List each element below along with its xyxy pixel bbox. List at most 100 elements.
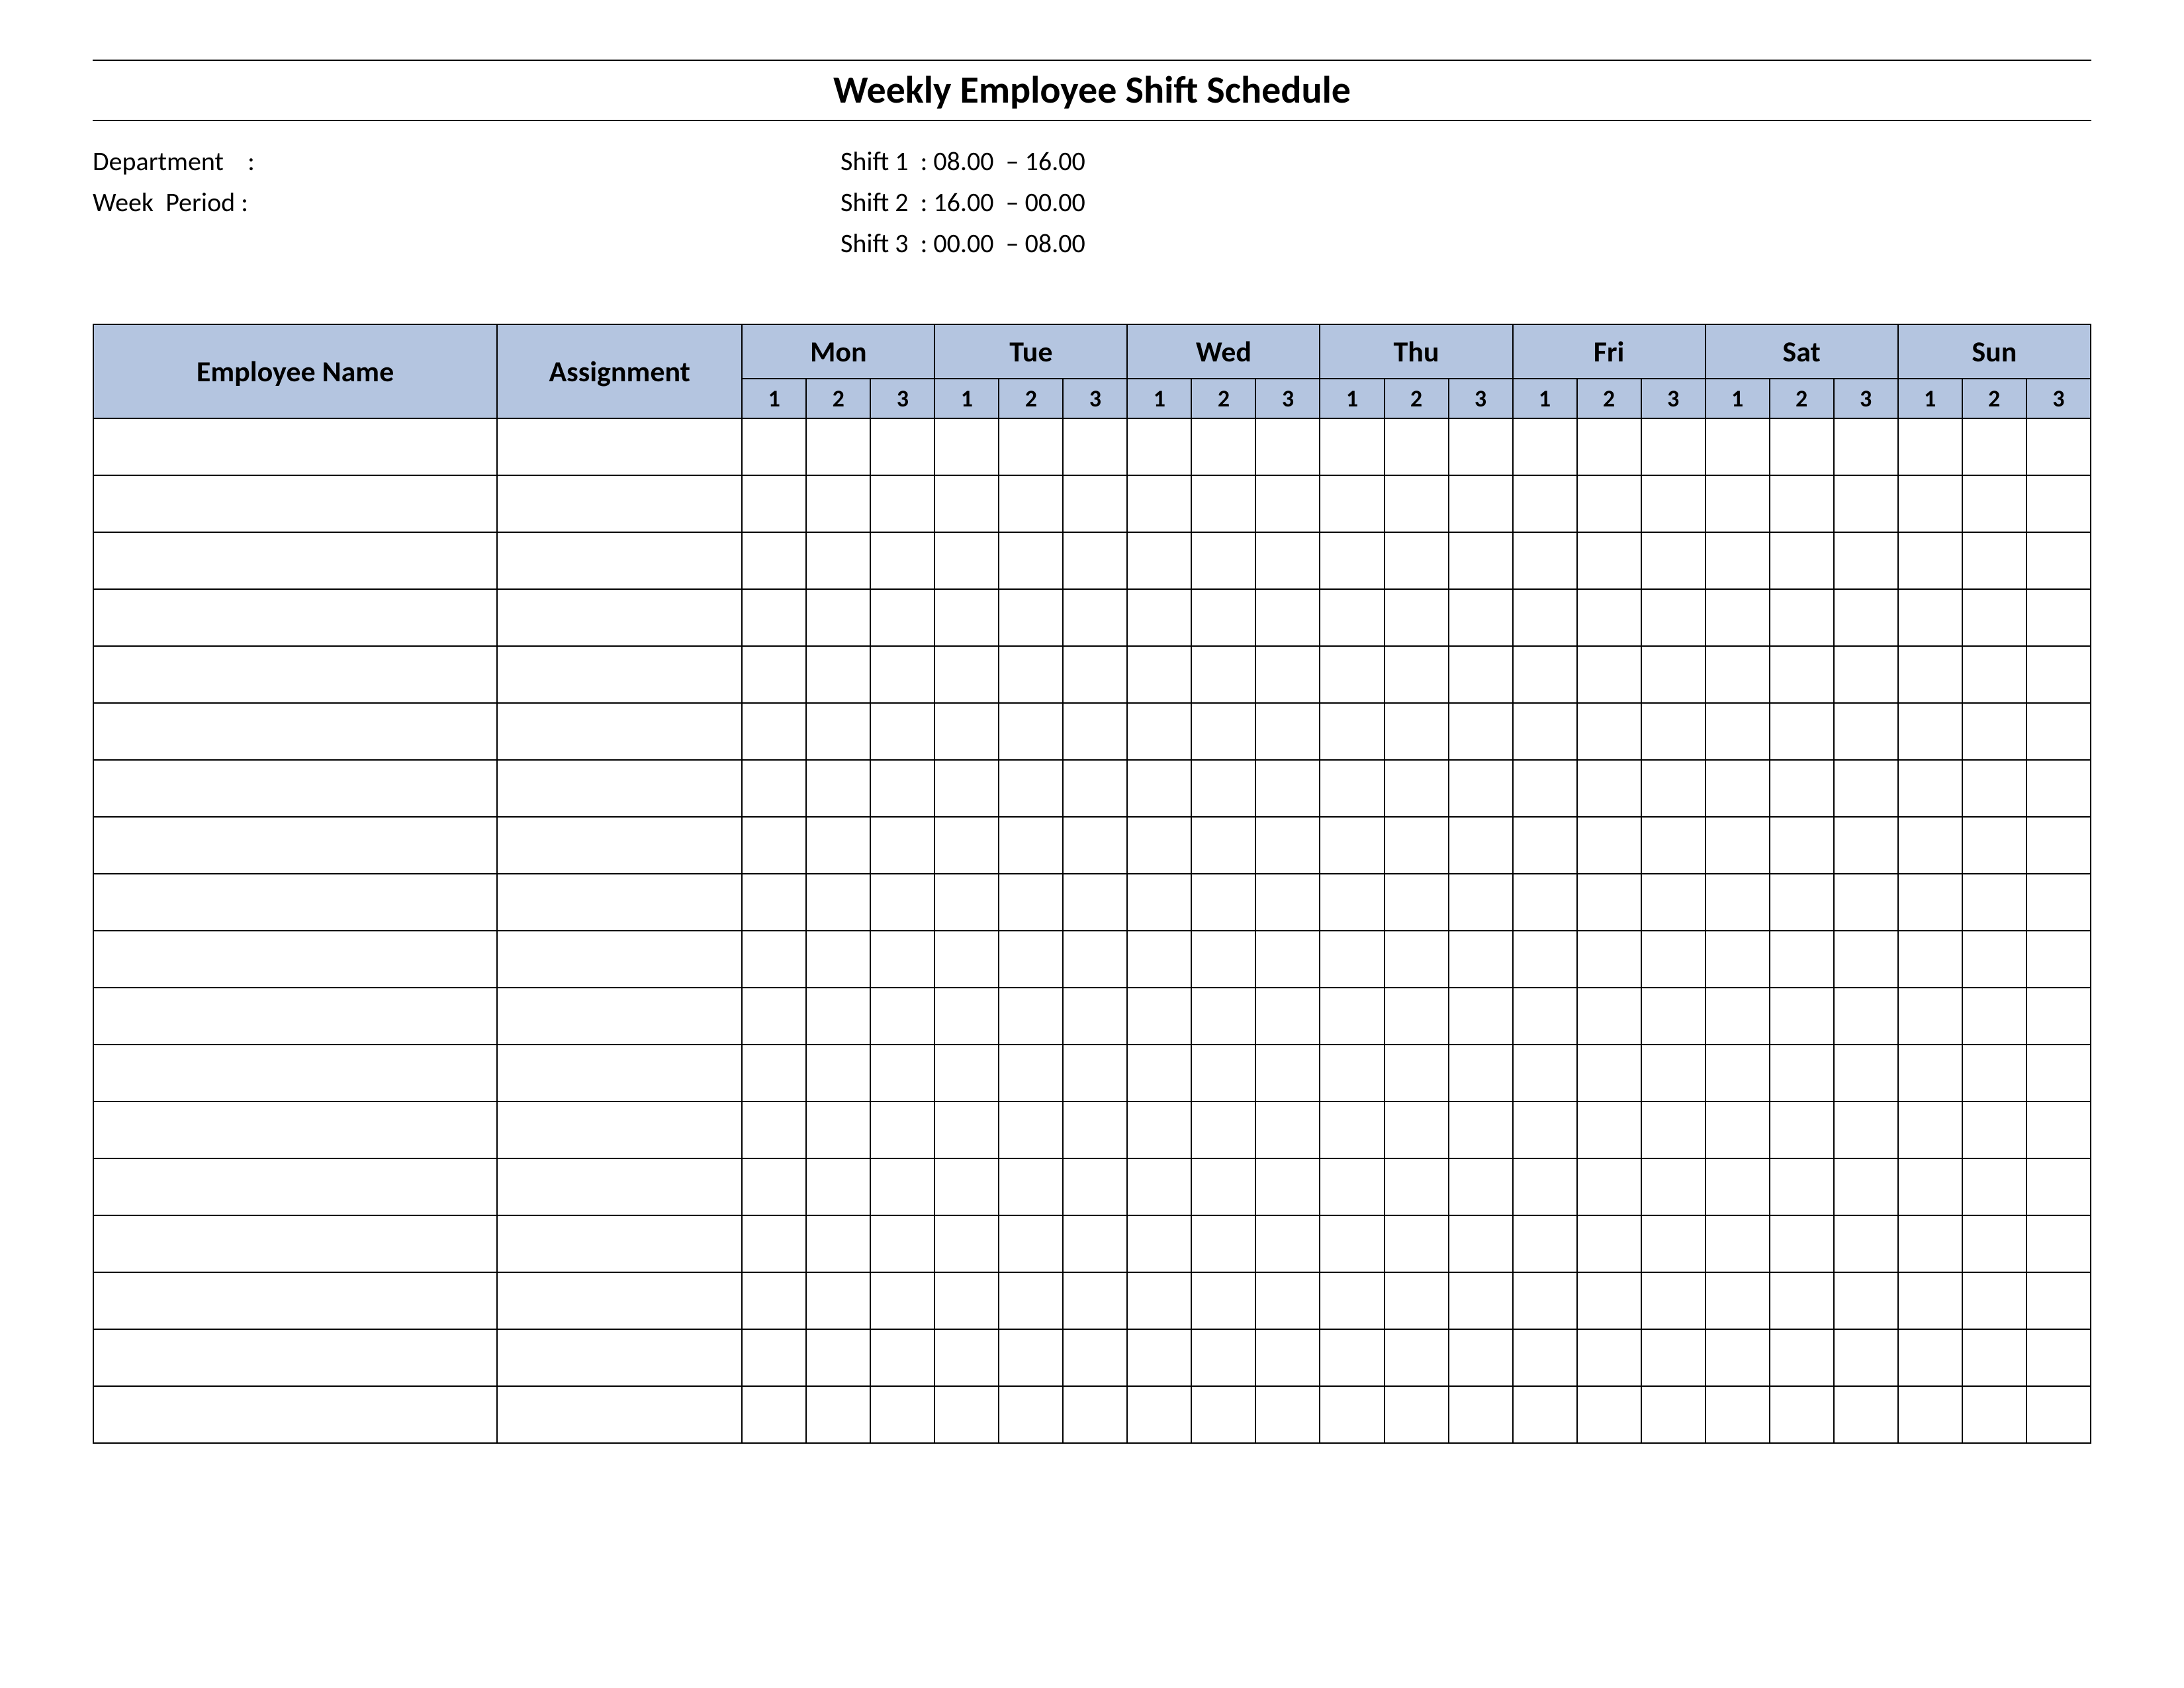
cell-shift xyxy=(1127,1102,1191,1158)
cell-shift xyxy=(934,760,999,817)
col-shift: 2 xyxy=(999,379,1063,418)
cell-shift xyxy=(1898,532,1962,589)
cell-shift xyxy=(1385,817,1449,874)
table-row xyxy=(93,1045,2091,1102)
col-shift: 2 xyxy=(1962,379,2026,418)
cell-shift xyxy=(1255,1329,1320,1386)
cell-shift xyxy=(1320,1045,1384,1102)
cell-shift xyxy=(1449,1158,1513,1215)
col-shift: 3 xyxy=(1834,379,1898,418)
cell-shift xyxy=(999,760,1063,817)
cell-assignment xyxy=(497,874,742,931)
cell-shift xyxy=(1513,703,1577,760)
cell-shift xyxy=(934,703,999,760)
cell-shift xyxy=(1770,817,1834,874)
cell-shift xyxy=(742,589,806,646)
cell-shift xyxy=(1063,532,1127,589)
cell-shift xyxy=(999,1102,1063,1158)
cell-shift xyxy=(1191,1215,1255,1272)
cell-shift xyxy=(999,646,1063,703)
cell-shift xyxy=(742,931,806,988)
cell-shift xyxy=(934,988,999,1045)
cell-shift xyxy=(1191,589,1255,646)
cell-shift xyxy=(999,988,1063,1045)
cell-shift xyxy=(1513,1102,1577,1158)
cell-shift xyxy=(1255,1158,1320,1215)
cell-shift xyxy=(1385,532,1449,589)
cell-shift xyxy=(1834,1158,1898,1215)
cell-shift xyxy=(1898,1158,1962,1215)
cell-employee-name xyxy=(93,418,497,475)
cell-shift xyxy=(999,703,1063,760)
cell-shift xyxy=(1962,1329,2026,1386)
col-shift: 1 xyxy=(1513,379,1577,418)
cell-shift xyxy=(1513,532,1577,589)
cell-shift xyxy=(934,1158,999,1215)
cell-shift xyxy=(1834,874,1898,931)
cell-shift xyxy=(1834,1329,1898,1386)
col-shift: 3 xyxy=(2026,379,2091,418)
cell-shift xyxy=(1127,1272,1191,1329)
cell-shift xyxy=(2026,532,2091,589)
cell-shift xyxy=(1385,760,1449,817)
cell-shift xyxy=(1385,589,1449,646)
col-shift: 2 xyxy=(1385,379,1449,418)
cell-shift xyxy=(1127,1045,1191,1102)
cell-shift xyxy=(1255,817,1320,874)
cell-shift xyxy=(1449,1272,1513,1329)
cell-assignment xyxy=(497,475,742,532)
cell-shift xyxy=(1320,760,1384,817)
cell-shift xyxy=(1706,1329,1770,1386)
cell-shift xyxy=(2026,1329,2091,1386)
cell-shift xyxy=(1127,988,1191,1045)
cell-assignment xyxy=(497,1329,742,1386)
cell-employee-name xyxy=(93,589,497,646)
cell-shift xyxy=(1320,532,1384,589)
cell-shift xyxy=(1385,988,1449,1045)
cell-shift xyxy=(1320,1272,1384,1329)
cell-shift xyxy=(1834,988,1898,1045)
col-shift: 1 xyxy=(934,379,999,418)
cell-shift xyxy=(870,418,934,475)
cell-shift xyxy=(1449,1386,1513,1443)
cell-shift xyxy=(1127,1158,1191,1215)
cell-shift xyxy=(870,817,934,874)
cell-shift xyxy=(1255,1215,1320,1272)
cell-shift xyxy=(1255,475,1320,532)
cell-employee-name xyxy=(93,475,497,532)
cell-shift xyxy=(1513,1215,1577,1272)
cell-shift xyxy=(1063,1102,1127,1158)
cell-shift xyxy=(1898,589,1962,646)
cell-shift xyxy=(1255,1386,1320,1443)
cell-shift xyxy=(1191,1158,1255,1215)
table-row xyxy=(93,760,2091,817)
cell-shift xyxy=(1191,532,1255,589)
cell-shift xyxy=(1706,1158,1770,1215)
cell-shift xyxy=(806,874,870,931)
cell-shift xyxy=(1706,703,1770,760)
cell-shift xyxy=(1513,874,1577,931)
cell-shift xyxy=(2026,589,2091,646)
cell-shift xyxy=(1320,817,1384,874)
cell-shift xyxy=(1641,703,1706,760)
cell-shift xyxy=(1385,1045,1449,1102)
col-day-sat: Sat xyxy=(1706,324,1898,379)
cell-shift xyxy=(2026,1386,2091,1443)
table-row xyxy=(93,988,2091,1045)
cell-shift xyxy=(1449,1045,1513,1102)
cell-shift xyxy=(806,1329,870,1386)
cell-shift xyxy=(1449,1329,1513,1386)
cell-shift xyxy=(742,475,806,532)
cell-shift xyxy=(1320,646,1384,703)
cell-shift xyxy=(870,1272,934,1329)
cell-employee-name xyxy=(93,874,497,931)
cell-shift xyxy=(1577,589,1641,646)
cell-shift xyxy=(1898,988,1962,1045)
cell-shift xyxy=(1577,988,1641,1045)
cell-shift xyxy=(1513,1158,1577,1215)
cell-shift xyxy=(1834,646,1898,703)
cell-shift xyxy=(1770,1215,1834,1272)
table-row xyxy=(93,1386,2091,1443)
cell-shift xyxy=(1255,532,1320,589)
cell-shift xyxy=(934,874,999,931)
